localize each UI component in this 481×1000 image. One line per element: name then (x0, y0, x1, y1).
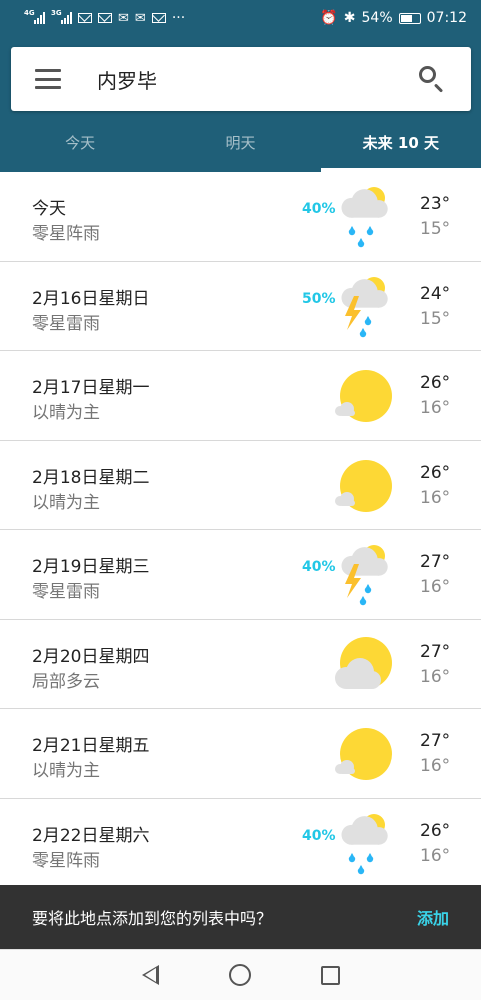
thunderstorm-icon (341, 276, 388, 337)
recent-apps-icon[interactable] (320, 965, 340, 985)
system-nav-bar (0, 949, 481, 1000)
forecast-condition: 以晴为主 (32, 492, 100, 513)
high-temp: 24° (420, 283, 451, 304)
more-notifications-indicator: ··· (171, 10, 186, 26)
home-icon[interactable] (228, 964, 251, 986)
tab-next-10-days[interactable]: 未来 10 天 (320, 122, 481, 172)
partly-cloudy-icon (330, 630, 400, 700)
high-temp: 26° (420, 462, 451, 483)
battery-icon (398, 12, 421, 24)
forecast-row[interactable]: 今天 零星阵雨 40% 23° 15° (0, 172, 481, 262)
rain-partly-sunny-icon (341, 813, 388, 874)
forecast-date: 2月19日星期三 (32, 557, 150, 577)
forecast-condition: 零星雷雨 (32, 582, 100, 602)
forecast-row[interactable]: 2月19日星期三 零星雷雨 40% 27° 16° (0, 530, 481, 620)
forecast-condition: 以晴为主 (32, 761, 100, 781)
menu-icon[interactable] (35, 69, 61, 89)
low-temp: 16° (420, 756, 451, 776)
tab-bar: 今天 明天 未来 10 天 (0, 122, 481, 172)
tab-tomorrow[interactable]: 明天 (160, 122, 320, 172)
low-temp: 15° (420, 219, 451, 239)
app-header: 内罗毕 今天 明天 未来 10 天 (0, 36, 481, 172)
mail-icon (151, 13, 166, 23)
location-title[interactable]: 内罗毕 (97, 65, 417, 94)
rain-partly-sunny-icon (330, 182, 400, 252)
bluetooth-icon: ✱ (343, 10, 356, 26)
battery-percent: 54% (361, 10, 393, 26)
wechat-icon: ✉ (134, 10, 146, 26)
high-temp: 26° (420, 373, 451, 393)
forecast-date: 2月16日星期日 (32, 288, 150, 309)
high-temp: 23° (420, 194, 451, 214)
add-location-snackbar: 要将此地点添加到您的列表中吗？ 添加 (0, 885, 481, 949)
wechat-icon: ✉ (118, 10, 129, 26)
low-temp: 15° (420, 308, 451, 329)
mostly-sunny-icon (335, 459, 392, 512)
thunderstorm-icon (330, 540, 400, 610)
forecast-date: 今天 (32, 199, 66, 219)
forecast-list: 今天 零星阵雨 40% 23° 15° 2月16日星期日 零星雷雨 50% 24… (0, 172, 481, 888)
clock: 07:12 (426, 10, 467, 26)
forecast-row[interactable]: 2月22日星期六 零星阵雨 40% 26° 16° (0, 799, 481, 888)
cell-signal-icon: 4G (24, 9, 45, 24)
forecast-condition: 零星雷雨 (32, 313, 100, 334)
thunderstorm-icon (330, 272, 400, 342)
forecast-condition: 局部多云 (32, 671, 100, 692)
low-temp: 16° (420, 845, 451, 866)
mostly-sunny-icon (330, 361, 400, 431)
low-temp: 16° (420, 666, 451, 687)
back-icon[interactable] (141, 965, 159, 985)
forecast-condition: 零星阵雨 (32, 224, 100, 244)
high-temp: 26° (420, 820, 451, 841)
rain-partly-sunny-icon (330, 809, 400, 879)
mail-icon (78, 13, 92, 23)
status-bar: 4G 3G ✉ ✉ ··· ⏰ ✱ 54% 07:12 (0, 0, 481, 36)
network-type-label: 3G (51, 9, 62, 17)
forecast-date: 2月21日星期五 (32, 736, 150, 756)
forecast-row[interactable]: 2月20日星期四 局部多云 27° 16° (0, 620, 481, 709)
mostly-sunny-icon (330, 719, 400, 789)
mostly-sunny-icon (335, 370, 392, 422)
snackbar-message: 要将此地点添加到您的列表中吗？ (32, 909, 273, 928)
low-temp: 16° (420, 577, 451, 597)
forecast-row[interactable]: 2月17日星期一 以晴为主 26° 16° (0, 351, 481, 441)
high-temp: 27° (420, 731, 451, 751)
partly-cloudy-icon (335, 636, 392, 689)
mostly-sunny-icon (335, 728, 392, 780)
cell-signal-icon: 3G (51, 9, 72, 24)
tab-today[interactable]: 今天 (0, 122, 160, 172)
rain-partly-sunny-icon (341, 187, 388, 248)
thunderstorm-icon (341, 545, 388, 606)
low-temp: 16° (420, 487, 451, 508)
forecast-row[interactable]: 2月21日星期五 以晴为主 27° 16° (0, 709, 481, 799)
forecast-row[interactable]: 2月18日星期二 以晴为主 26° 16° (0, 441, 481, 530)
forecast-date: 2月22日星期六 (32, 825, 150, 846)
mostly-sunny-icon (330, 451, 400, 521)
search-bar[interactable]: 内罗毕 (11, 47, 471, 111)
mail-icon (98, 13, 112, 23)
forecast-date: 2月20日星期四 (32, 646, 150, 667)
forecast-row[interactable]: 2月16日星期日 零星雷雨 50% 24° 15° (0, 262, 481, 351)
low-temp: 16° (420, 398, 451, 418)
forecast-date: 2月18日星期二 (32, 467, 150, 488)
high-temp: 27° (420, 552, 451, 572)
forecast-condition: 零星阵雨 (32, 850, 100, 871)
add-button[interactable]: 添加 (417, 905, 449, 929)
high-temp: 27° (420, 641, 451, 662)
forecast-date: 2月17日星期一 (32, 378, 150, 398)
forecast-condition: 以晴为主 (32, 403, 100, 423)
network-type-label: 4G (24, 9, 35, 17)
search-icon[interactable] (417, 64, 447, 94)
alarm-icon: ⏰ (320, 10, 338, 26)
